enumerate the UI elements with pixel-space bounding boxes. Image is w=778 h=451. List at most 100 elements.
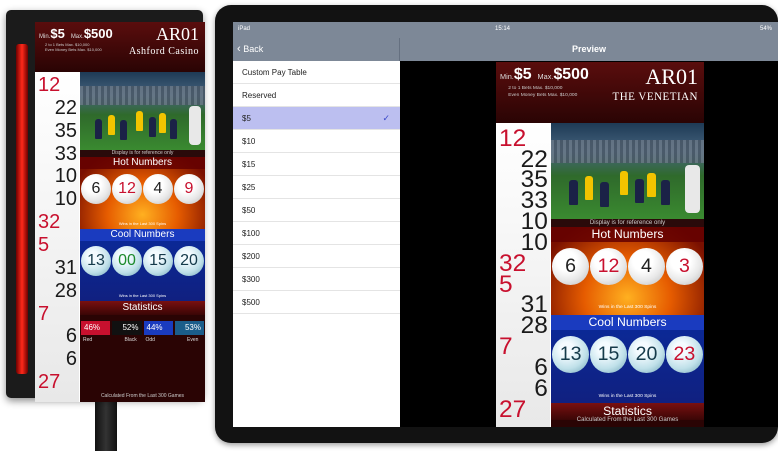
pay-table-option[interactable]: $10 — [233, 130, 400, 153]
min-value: $5 — [50, 26, 65, 41]
player-figure — [107, 114, 115, 135]
history-number: 12 — [38, 74, 61, 96]
hot-number-value: 9 — [184, 180, 194, 197]
cool-number-value: 20 — [635, 343, 658, 366]
hot-number-ball: 6 — [552, 247, 589, 285]
cool-number-value: 13 — [559, 343, 582, 366]
chevron-left-icon: ‹ — [237, 43, 241, 55]
pay-table-option[interactable]: Custom Pay Table — [233, 61, 400, 84]
table-id: AR01 — [155, 24, 199, 44]
display-note: Display is for reference only — [80, 150, 205, 157]
hot-number-ball: 9 — [174, 174, 204, 204]
table-id: AR01 — [645, 64, 698, 90]
history-number: 6 — [65, 325, 77, 348]
referee-figure — [685, 165, 700, 213]
player-figure — [584, 175, 594, 201]
cool-number-value: 20 — [180, 252, 198, 269]
stat-label: Even — [187, 337, 199, 343]
max-label: Max. — [537, 72, 554, 81]
bet-limits: Min.$5 Max.$500 — [39, 26, 119, 41]
player-figure — [635, 178, 644, 203]
stat-percentage: 46% — [81, 321, 111, 335]
pay-table-option[interactable]: Reserved — [233, 84, 400, 107]
option-label: $500 — [242, 298, 260, 307]
pay-table-option[interactable]: $500 — [233, 291, 400, 314]
pay-table-option[interactable]: $300 — [233, 268, 400, 291]
bet-limits: Min.$5 Max.$500 — [500, 66, 595, 84]
limit-line-2: Even Money Bets Max. $10,000 — [45, 47, 102, 52]
wins-note: Wins in the Last 300 Spins — [118, 293, 167, 298]
hot-numbers-panel: Hot Numbers 6 12 4 9 Wins in the Last 300 Spi… — [80, 157, 205, 229]
cool-number-value: 15 — [149, 252, 167, 269]
live-video-feed — [80, 72, 205, 150]
player-figure — [599, 182, 609, 207]
checkmark-icon: ✓ — [382, 113, 390, 123]
number-history: 12 22 35 33 10 10 32 5 31 28 7 6 6 27 — [35, 72, 79, 402]
led-light-bar — [16, 44, 28, 374]
statistics-panel: Statistics46%Red52%Black44%Odd53%EvenCal… — [551, 403, 704, 427]
display-header: Min.$5 Max.$500 2 to 1 Bets Max. $10,000 Ev… — [35, 22, 205, 72]
option-label: $50 — [242, 206, 256, 215]
hot-numbers-panel: Hot Numbers 6 12 4 3 Wins in the Last 300 Spi… — [551, 227, 704, 316]
detail-nav-bar: Preview — [400, 38, 778, 61]
history-number: 28 — [520, 312, 548, 340]
ipad-screen: iPad 15:14 54% ‹ Back Preview Custom Pay… — [233, 22, 778, 427]
cool-number-ball: 23 — [666, 336, 703, 373]
player-figure — [136, 111, 144, 131]
stadium-stands — [551, 140, 704, 164]
master-nav-bar: ‹ Back — [233, 38, 400, 61]
carrier-label: iPad — [238, 26, 251, 32]
preview-title: Preview — [571, 44, 607, 54]
option-label: $100 — [242, 229, 260, 238]
pay-table-option[interactable]: $5 ✓ — [233, 107, 400, 130]
cool-number-ball: 15 — [143, 246, 173, 276]
stat-percentage: 44% — [143, 321, 173, 335]
pay-table-option[interactable]: $100 — [233, 222, 400, 245]
calculated-note: Calculated From the Last 300 Games — [100, 393, 185, 399]
history-number: 28 — [54, 279, 77, 302]
hot-number-ball: 3 — [666, 247, 703, 285]
hot-number-ball: 12 — [112, 174, 142, 204]
hot-number-ball: 4 — [143, 174, 173, 204]
live-video-feed — [551, 123, 704, 219]
option-label: $25 — [242, 183, 256, 192]
player-figure — [120, 120, 127, 141]
cool-numbers-title: Cool Numbers — [80, 229, 205, 241]
player-figure — [619, 170, 629, 196]
display-note: Display is for reference only — [551, 218, 704, 228]
stat-label: Black — [124, 337, 137, 343]
hot-number-ball: 4 — [628, 247, 665, 285]
hot-number-value: 12 — [118, 180, 136, 197]
ipad-device: iPad 15:14 54% ‹ Back Preview Custom Pay… — [215, 5, 778, 443]
pay-table-option[interactable]: $15 — [233, 153, 400, 176]
stat-label: Red — [83, 337, 93, 343]
history-number: 7 — [38, 302, 50, 325]
cool-number-ball: 20 — [628, 336, 665, 373]
pay-table-option[interactable]: $50 — [233, 199, 400, 222]
back-button[interactable]: ‹ Back — [237, 43, 263, 55]
history-number: 27 — [499, 395, 527, 423]
option-label: Reserved — [242, 91, 277, 100]
pay-table-option[interactable]: $200 — [233, 245, 400, 268]
hot-numbers-title: Hot Numbers — [80, 157, 205, 169]
wins-note: Wins in the Last 300 Spins — [118, 221, 167, 226]
cool-numbers-title: Cool Numbers — [551, 315, 704, 330]
min-label: Min. — [500, 72, 514, 81]
hot-number-ball: 12 — [590, 247, 627, 285]
referee-figure — [189, 106, 201, 146]
history-number: 35 — [54, 119, 77, 142]
cool-number-ball: 15 — [590, 336, 627, 373]
stat-label: Odd — [145, 337, 155, 343]
roulette-display-sign: Min.$5 Max.$500 2 to 1 Bets Max. $10,000 Ev… — [6, 10, 205, 402]
stat-percentage: 53% — [174, 321, 204, 335]
cool-number-value: 00 — [118, 252, 136, 269]
cool-number-value: 13 — [87, 252, 105, 269]
preview-display: Min.$5 Max.$500 2 to 1 Bets Max. $10,000 Ev… — [496, 62, 704, 427]
limit-line-2: Even Money Bets Max. $10,000 — [508, 92, 578, 98]
history-number: 6 — [65, 348, 77, 371]
history-number: 5 — [499, 270, 513, 298]
pay-table-option[interactable]: $25 — [233, 176, 400, 199]
history-number: 7 — [499, 333, 513, 361]
calculated-note: Calculated From the Last 300 Games — [576, 415, 679, 423]
history-number: 5 — [38, 234, 50, 256]
